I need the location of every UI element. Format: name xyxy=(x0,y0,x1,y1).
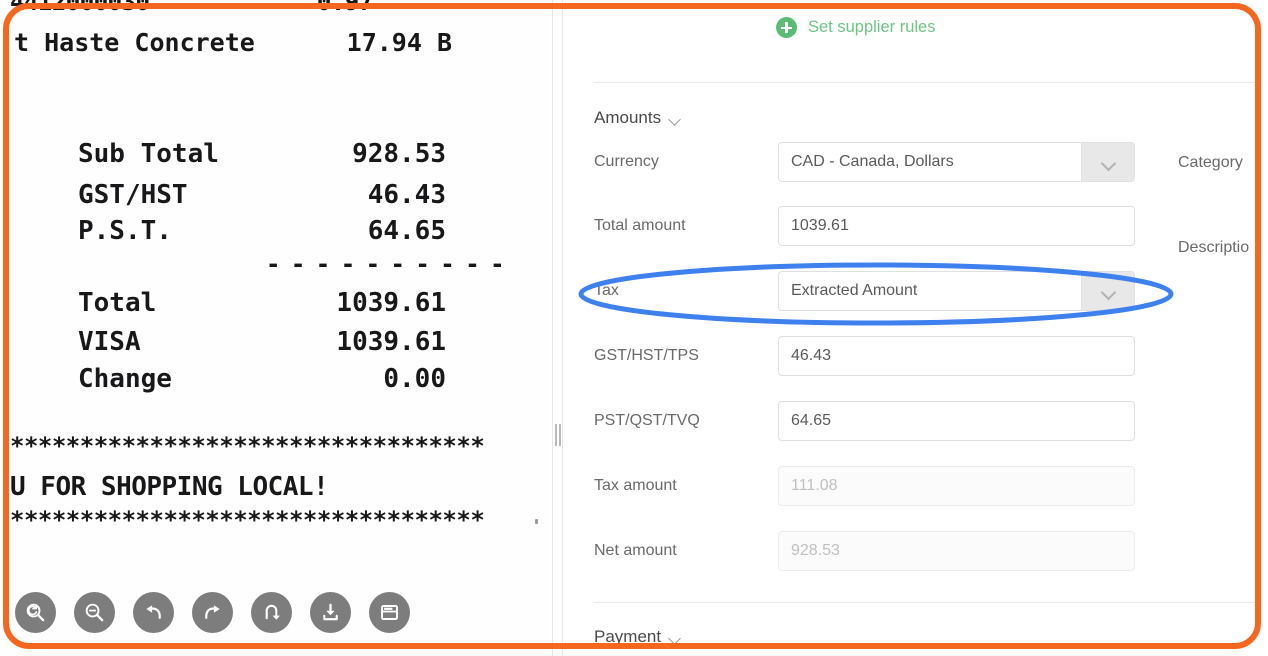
receipt-top-text: 4412000030 0.97 xyxy=(10,0,373,14)
receipt-value: 1039.61 xyxy=(336,327,446,357)
net-amount-label: Net amount xyxy=(594,542,677,559)
receipt-row-subtotal: Sub Total 928.53 xyxy=(78,139,468,169)
flip-icon xyxy=(260,601,283,624)
download-button[interactable] xyxy=(310,592,351,633)
gst-input[interactable]: 46.43 xyxy=(778,336,1135,376)
field-row-net-amount: Net amount 928.53 xyxy=(567,531,1268,571)
flip-button[interactable] xyxy=(251,592,292,633)
receipt-label: VISA xyxy=(78,327,141,357)
chevron-down-icon xyxy=(669,634,682,642)
receipt-value: 928.53 xyxy=(352,139,446,169)
receipt-image-viewer[interactable]: 4412000030 0.97 t Haste Concrete 17.94 B… xyxy=(0,0,552,656)
receipt-footer-stars-top: ********************************** xyxy=(10,432,485,460)
pst-value: 64.65 xyxy=(791,412,832,429)
panel-splitter[interactable] xyxy=(549,0,567,656)
tax-amount-label: Tax amount xyxy=(594,477,677,494)
section-payment-label: Payment xyxy=(594,627,662,646)
gst-value: 46.43 xyxy=(791,347,832,364)
total-amount-value: 1039.61 xyxy=(791,217,849,234)
field-row-tax-amount: Tax amount 111.08 xyxy=(567,466,1268,506)
grip-bar xyxy=(559,424,561,446)
form-divider-top xyxy=(593,82,1259,83)
field-row-tax: Tax Extracted Amount xyxy=(567,271,1268,311)
net-amount-value: 928.53 xyxy=(791,542,840,559)
form-divider-bottom xyxy=(593,602,1259,603)
receipt-details-form: Set supplier rules Amounts Currency CAD … xyxy=(567,0,1268,656)
receipt-item-row: t Haste Concrete 17.94 B xyxy=(14,28,484,57)
tax-value: Extracted Amount xyxy=(791,282,918,299)
receipt-label: P.S.T. xyxy=(78,216,172,246)
tax-dropdown-button[interactable] xyxy=(1081,272,1134,310)
receipt-clipped-line: 4412000030 0.97 xyxy=(10,0,550,14)
tax-label: Tax xyxy=(594,282,619,299)
receipt-label: Sub Total xyxy=(78,139,219,169)
zoom-out-button[interactable] xyxy=(74,592,115,633)
plus-circle-icon xyxy=(776,17,797,38)
currency-label: Currency xyxy=(594,153,659,170)
splitter-grip-handle[interactable] xyxy=(555,424,561,446)
receipt-item-value: 17.94 B xyxy=(346,28,452,57)
pst-input[interactable]: 64.65 xyxy=(778,401,1135,441)
total-amount-input[interactable]: 1039.61 xyxy=(778,206,1135,246)
set-supplier-rules-button[interactable]: Set supplier rules xyxy=(776,17,935,38)
receipt-capture-screen: 4412000030 0.97 t Haste Concrete 17.94 B… xyxy=(0,0,1268,656)
receipt-row-total: Total 1039.61 xyxy=(78,288,468,318)
zoom-out-icon xyxy=(83,601,106,624)
set-supplier-rules-label: Set supplier rules xyxy=(808,18,936,36)
rotate-right-icon xyxy=(201,601,224,624)
tax-amount-value: 111.08 xyxy=(791,477,838,494)
tax-select[interactable]: Extracted Amount xyxy=(778,271,1135,311)
download-icon xyxy=(319,601,342,624)
currency-dropdown-button[interactable] xyxy=(1081,143,1134,181)
receipt-row-gst: GST/HST 46.43 xyxy=(78,180,468,210)
chevron-down-icon xyxy=(1101,158,1115,167)
category-label: Category xyxy=(1178,154,1243,171)
currency-value: CAD - Canada, Dollars xyxy=(791,153,954,170)
image-viewer-toolbar xyxy=(15,592,410,633)
receipt-image: 4412000030 0.97 t Haste Concrete 17.94 B… xyxy=(0,0,552,656)
receipt-label: Change xyxy=(78,364,172,394)
chevron-down-icon xyxy=(1101,287,1115,296)
currency-select[interactable]: CAD - Canada, Dollars xyxy=(778,142,1135,182)
section-amounts-label: Amounts xyxy=(594,108,662,127)
description-label: Descriptio xyxy=(1178,239,1250,256)
rotate-left-button[interactable] xyxy=(133,592,174,633)
grip-bar xyxy=(555,424,557,446)
splitter-line-left xyxy=(552,0,553,656)
zoom-reset-button[interactable] xyxy=(15,592,56,633)
receipt-value: 0.00 xyxy=(383,364,446,394)
receipt-value: 46.43 xyxy=(367,180,446,210)
splitter-marker-dot xyxy=(535,519,538,524)
receipt-footer-stars-bottom: ********************************** xyxy=(10,506,485,534)
receipt-value: 64.65 xyxy=(367,216,446,246)
receipt-item-label: t Haste Concrete xyxy=(14,28,255,57)
receipt-label: GST/HST xyxy=(78,180,188,210)
receipt-value: 1039.61 xyxy=(336,288,446,318)
net-amount-input: 928.53 xyxy=(778,531,1135,571)
receipt-footer-message: U FOR SHOPPING LOCAL! xyxy=(10,472,329,502)
field-row-pst: PST/QST/TVQ 64.65 xyxy=(567,401,1268,441)
rotate-left-icon xyxy=(142,601,165,624)
document-view-button[interactable] xyxy=(369,592,410,633)
receipt-row-visa: VISA 1039.61 xyxy=(78,327,468,357)
tax-amount-input: 111.08 xyxy=(778,466,1135,506)
section-header-amounts[interactable]: Amounts xyxy=(594,108,682,128)
total-amount-label: Total amount xyxy=(594,217,686,234)
document-icon xyxy=(378,601,401,624)
field-row-total-amount: Total amount 1039.61 Descriptio xyxy=(567,206,1268,256)
splitter-line-right xyxy=(562,0,563,656)
zoom-reset-icon xyxy=(24,601,47,624)
receipt-divider: - - - - - - - - - - xyxy=(266,250,505,278)
section-header-payment[interactable]: Payment xyxy=(594,627,682,647)
field-row-currency: Currency CAD - Canada, Dollars Category xyxy=(567,142,1268,182)
rotate-right-button[interactable] xyxy=(192,592,233,633)
chevron-down-icon xyxy=(669,115,682,123)
pst-label: PST/QST/TVQ xyxy=(594,412,700,429)
receipt-row-change: Change 0.00 xyxy=(78,364,468,394)
field-row-gst: GST/HST/TPS 46.43 xyxy=(567,336,1268,376)
gst-label: GST/HST/TPS xyxy=(594,347,699,364)
receipt-label: Total xyxy=(78,288,157,318)
receipt-row-pst: P.S.T. 64.65 xyxy=(78,216,468,246)
